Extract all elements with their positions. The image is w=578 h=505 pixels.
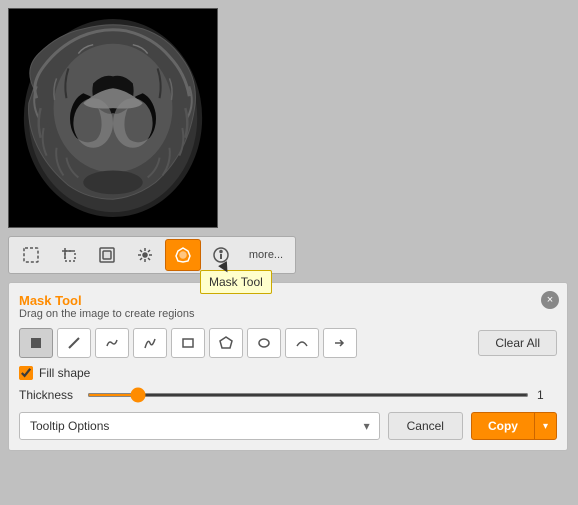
panel-header: Mask Tool Drag on the image to create re… xyxy=(19,293,557,320)
point-tool-button[interactable] xyxy=(19,328,53,358)
mask-tool-tooltip: Mask Tool xyxy=(200,270,272,294)
mri-image-area xyxy=(8,8,218,228)
adjust-tool-button[interactable] xyxy=(89,239,125,271)
thickness-slider[interactable] xyxy=(87,393,529,397)
clear-all-button[interactable]: Clear All xyxy=(478,330,557,356)
tooltip-options-wrapper: Tooltip Options Option 1 Option 2 xyxy=(19,412,380,440)
polygon-tool-button[interactable] xyxy=(209,328,243,358)
mask-tool-button[interactable] xyxy=(165,239,201,271)
fill-shape-label: Fill shape xyxy=(39,366,90,380)
freehand-tool-button[interactable] xyxy=(95,328,129,358)
thickness-value: 1 xyxy=(537,388,557,402)
arrow-tool-button[interactable] xyxy=(323,328,357,358)
cancel-button[interactable]: Cancel xyxy=(388,412,463,440)
panel-title: Mask Tool xyxy=(19,293,557,308)
bottom-row: Tooltip Options Option 1 Option 2 Cancel… xyxy=(19,412,557,440)
arc-tool-button[interactable] xyxy=(285,328,319,358)
transform-tool-button[interactable] xyxy=(127,239,163,271)
mask-tool-panel: × Mask Tool Drag on the image to create … xyxy=(8,282,568,451)
fill-shape-row: Fill shape xyxy=(19,366,557,380)
select-tool-button[interactable] xyxy=(13,239,49,271)
main-toolbar: more... xyxy=(8,236,296,274)
thickness-label: Thickness xyxy=(19,388,79,402)
copy-button[interactable]: Copy xyxy=(471,412,534,440)
fill-shape-checkbox[interactable] xyxy=(19,366,33,380)
curve-tool-button[interactable] xyxy=(133,328,167,358)
panel-close-button[interactable]: × xyxy=(541,291,559,309)
line-tool-button[interactable] xyxy=(57,328,91,358)
rectangle-tool-button[interactable] xyxy=(171,328,205,358)
info-tool-button[interactable] xyxy=(203,239,239,271)
drawing-tools-row: Clear All xyxy=(19,328,557,358)
thickness-row: Thickness 1 xyxy=(19,388,557,402)
copy-button-group: Copy ▾ xyxy=(471,412,557,440)
ellipse-tool-button[interactable] xyxy=(247,328,281,358)
panel-subtitle: Drag on the image to create regions xyxy=(19,308,557,320)
copy-dropdown-button[interactable]: ▾ xyxy=(534,412,557,440)
tooltip-options-select[interactable]: Tooltip Options Option 1 Option 2 xyxy=(19,412,380,440)
crop-tool-button[interactable] xyxy=(51,239,87,271)
more-tools-button[interactable]: more... xyxy=(241,239,291,271)
